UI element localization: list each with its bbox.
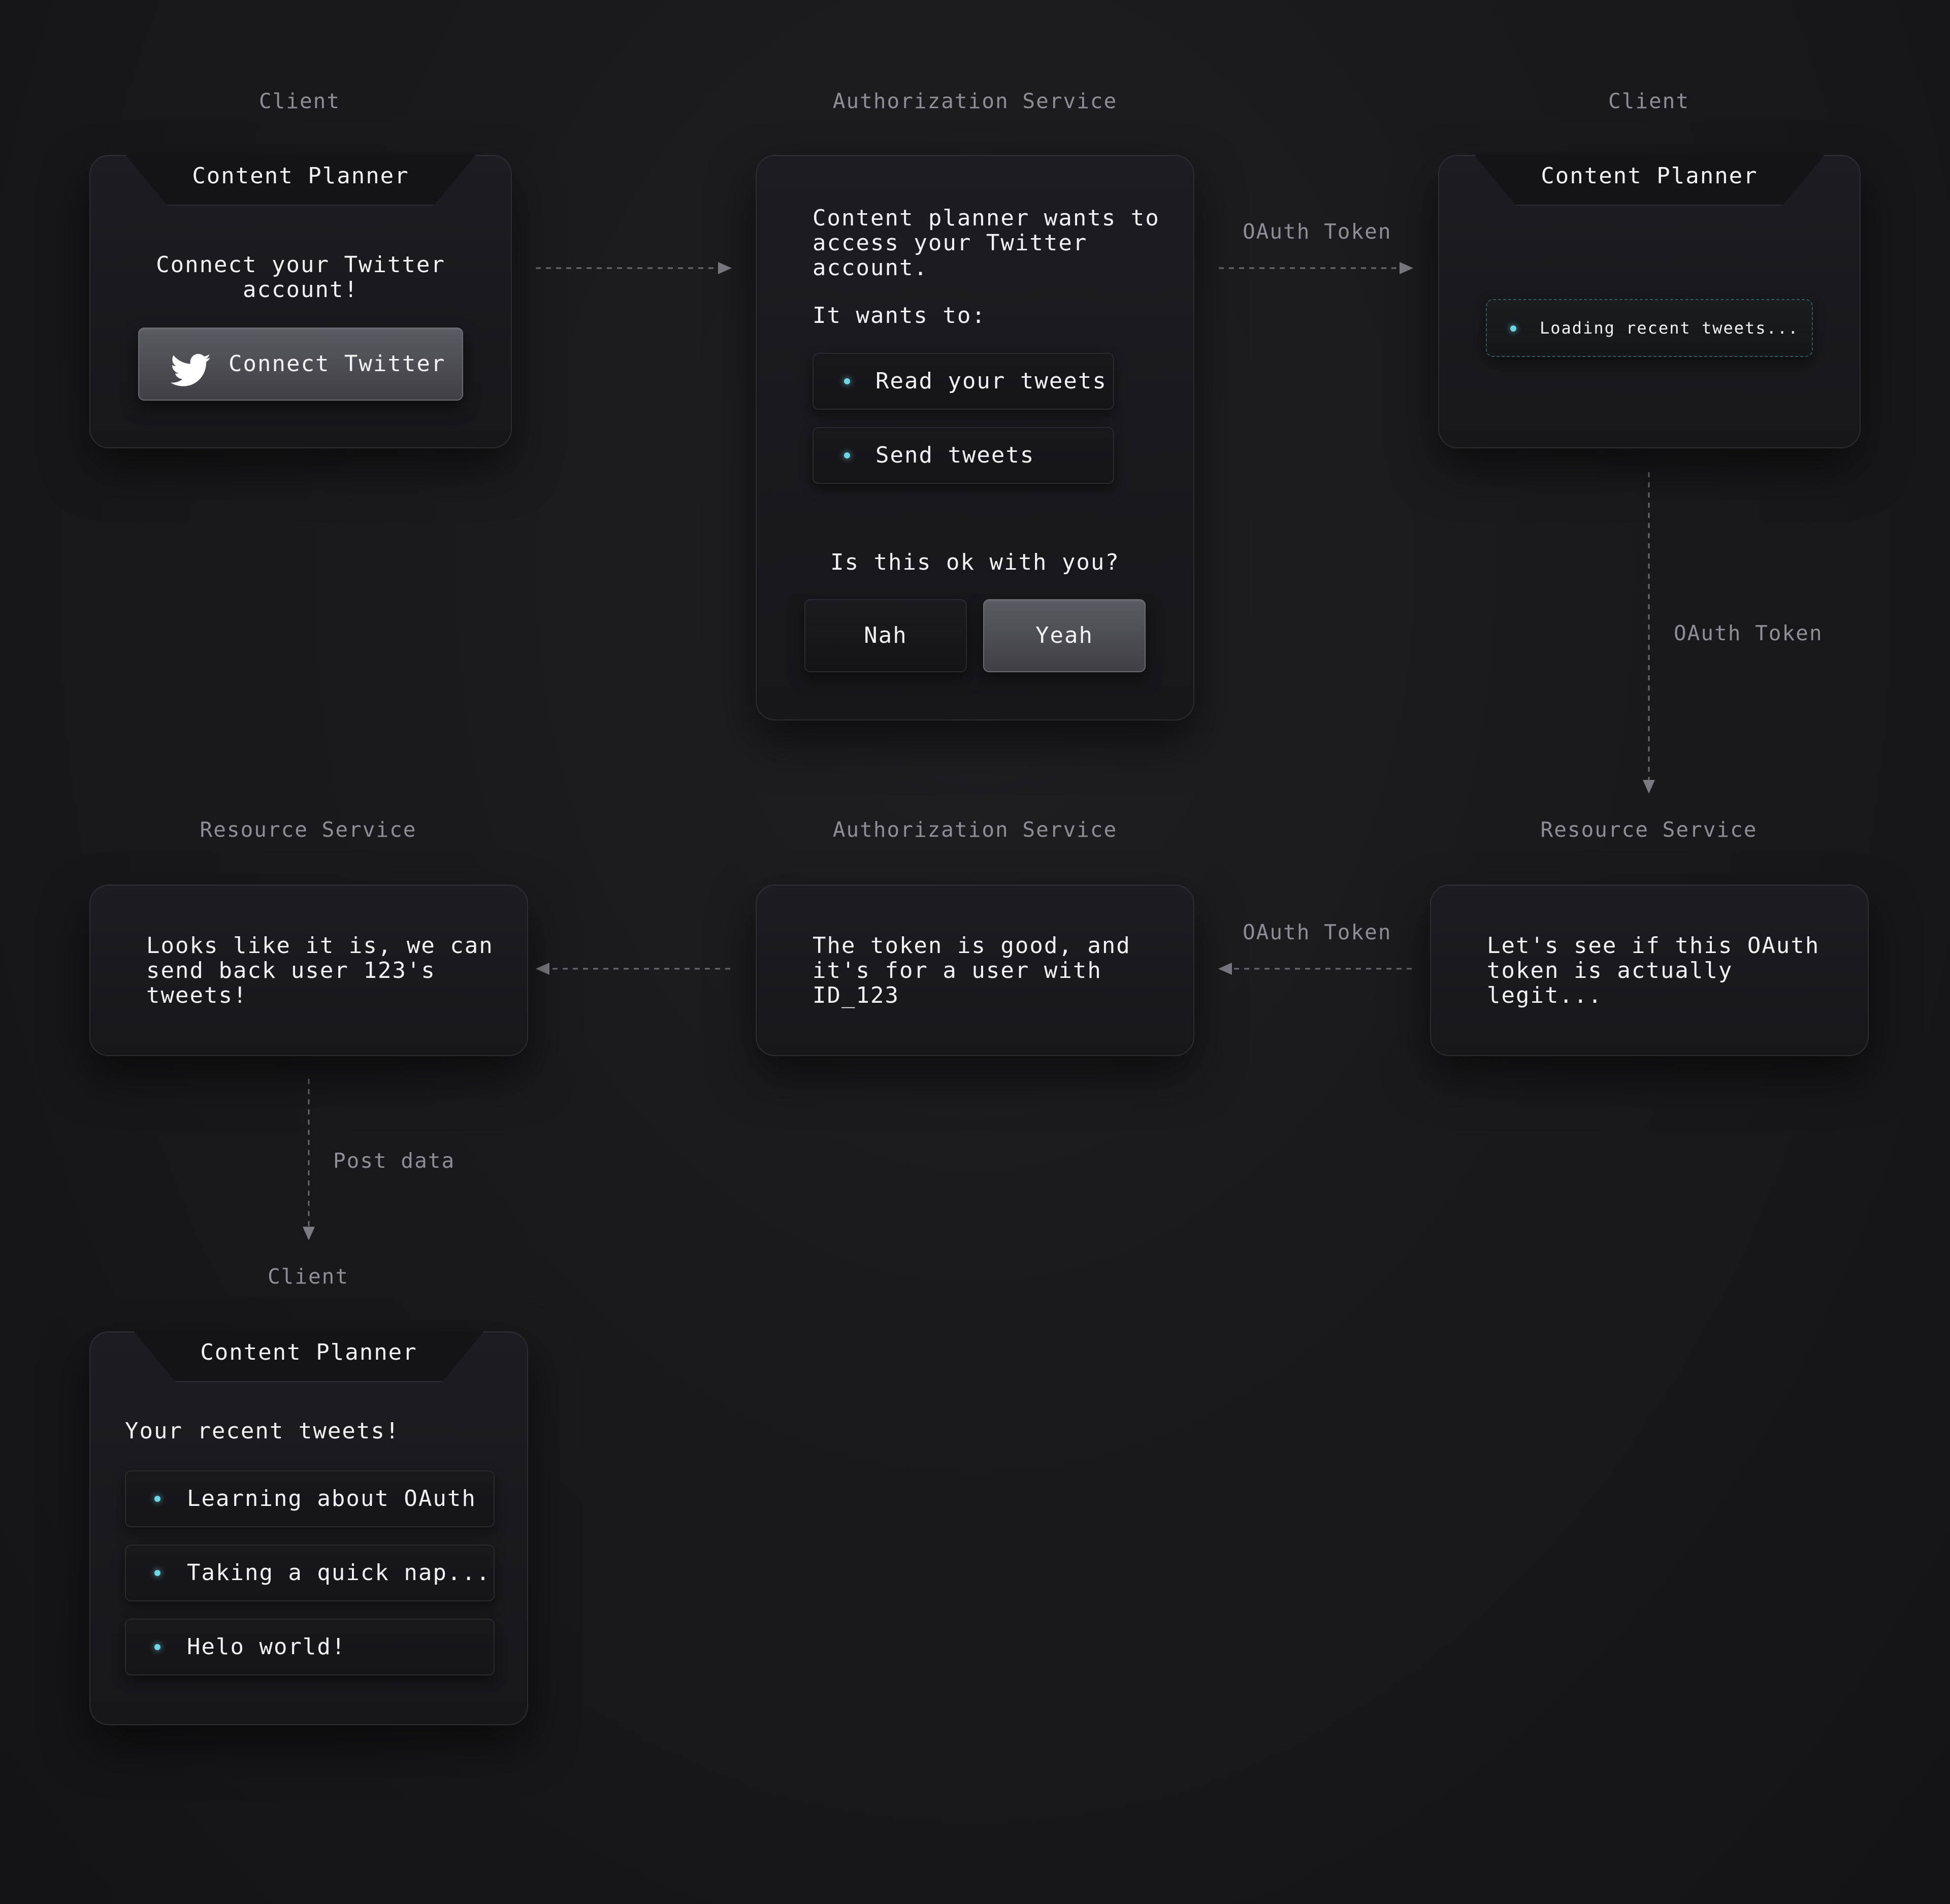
bullet-dot-icon (154, 1570, 160, 1576)
column-label-client: Client (267, 1264, 349, 1289)
permission-label: Read your tweets (875, 368, 1107, 394)
loading-status-text: Loading recent tweets... (1540, 318, 1799, 338)
arrow-label-oauth-token: OAuth Token (1243, 219, 1392, 244)
nah-button[interactable]: Nah (804, 599, 967, 672)
card-loading: Content Planner Loading recent tweets... (1438, 155, 1861, 448)
connect-twitter-label: Connect Twitter (229, 351, 446, 377)
card-token-valid: The token is good, and it's for a user w… (756, 884, 1194, 1056)
card-consent: Content planner wants to access your Twi… (756, 155, 1194, 720)
send-back-message: Looks like it is, we can send back user … (146, 933, 494, 1008)
tweet-item: Helo world! (125, 1619, 495, 1676)
recent-tweets-heading: Your recent tweets! (125, 1418, 400, 1444)
card-tab-title: Content Planner (134, 1331, 484, 1382)
column-label-client: Client (258, 89, 341, 113)
card-recent-tweets: Content Planner Your recent tweets! Lear… (89, 1331, 528, 1725)
tweet-text: Taking a quick nap... (187, 1560, 491, 1586)
permission-item: Read your tweets (812, 353, 1114, 410)
card-tab-title: Content Planner (1474, 155, 1825, 206)
permission-label: Send tweets (875, 442, 1035, 468)
column-label-authorization-service: Authorization Service (832, 817, 1118, 842)
bullet-dot-icon (844, 378, 850, 384)
token-valid-message: The token is good, and it's for a user w… (812, 933, 1131, 1008)
connect-twitter-button[interactable]: Connect Twitter (138, 327, 463, 401)
tweet-text: Helo world! (187, 1634, 346, 1660)
card-connect-twitter: Content Planner Connect your Twitter acc… (89, 155, 512, 448)
loading-spinner-icon (1510, 325, 1516, 332)
tweet-item: Taking a quick nap... (125, 1545, 495, 1601)
connect-message: Connect your Twitter account! (156, 252, 445, 303)
card-resource-check: Let's see if this OAuth token is actuall… (1430, 884, 1869, 1056)
card-tab-title: Content Planner (125, 155, 476, 206)
loading-status-box: Loading recent tweets... (1486, 299, 1813, 357)
tweet-item: Learning about OAuth (125, 1470, 495, 1527)
arrow-label-post-data: Post data (333, 1148, 456, 1173)
twitter-bird-icon (170, 346, 211, 386)
card-send-back: Looks like it is, we can send back user … (89, 884, 528, 1056)
permission-item: Send tweets (812, 427, 1114, 484)
column-label-client: Client (1608, 89, 1690, 113)
yeah-button[interactable]: Yeah (983, 599, 1146, 672)
arrow-label-oauth-token: OAuth Token (1243, 920, 1392, 944)
resource-check-message: Let's see if this OAuth token is actuall… (1487, 933, 1820, 1008)
consent-question: Is this ok with you? (830, 549, 1120, 575)
bullet-dot-icon (844, 452, 850, 458)
bullet-dot-icon (154, 1496, 160, 1502)
bullet-dot-icon (154, 1644, 160, 1650)
tweet-text: Learning about OAuth (187, 1486, 476, 1512)
arrow-label-oauth-token: OAuth Token (1674, 621, 1823, 645)
consent-message: Content planner wants to access your Twi… (812, 205, 1160, 281)
column-label-resource-service: Resource Service (200, 817, 417, 842)
column-label-resource-service: Resource Service (1540, 817, 1758, 842)
column-label-authorization-service: Authorization Service (832, 89, 1118, 113)
consent-intro: It wants to: (812, 303, 986, 329)
